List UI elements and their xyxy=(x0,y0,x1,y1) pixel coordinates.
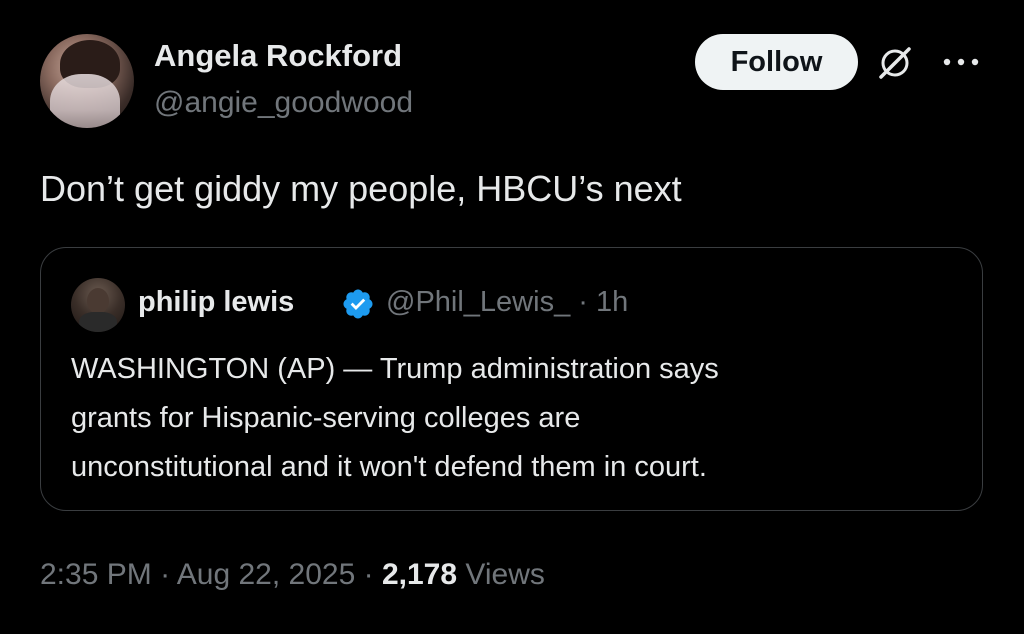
quoted-author-avatar xyxy=(71,278,125,332)
tweet-date[interactable]: Aug 22, 2025 xyxy=(177,558,356,591)
quoted-tweet-text: WASHINGTON (AP) — Trump administration s… xyxy=(71,345,931,492)
author-display-name[interactable]: Angela Rockford xyxy=(154,38,402,74)
tweet-text: Don’t get giddy my people, HBCU’s next xyxy=(40,168,682,209)
verified-badge-icon xyxy=(343,289,373,319)
more-options-icon[interactable] xyxy=(940,50,982,74)
views-label: Views xyxy=(465,558,545,591)
meta-separator: · xyxy=(160,558,171,591)
tweet-time[interactable]: 2:35 PM xyxy=(40,558,152,591)
quoted-tweet-line: grants for Hispanic-serving colleges are xyxy=(71,402,581,434)
quoted-tweet-line: unconstitutional and it won't defend the… xyxy=(71,451,707,483)
grok-icon[interactable] xyxy=(876,44,914,82)
tweet-meta: 2:35 PM · Aug 22, 2025 · 2,178 Views xyxy=(40,558,545,592)
author-handle[interactable]: @angie_goodwood xyxy=(154,86,413,120)
quoted-tweet-card[interactable]: philip lewis @Phil_Lewis_ · 1h WASHINGTO… xyxy=(40,247,983,511)
quoted-tweet-line: WASHINGTON (AP) — Trump administration s… xyxy=(71,353,719,385)
quoted-author-handle-time: @Phil_Lewis_ · 1h xyxy=(386,286,629,318)
author-avatar[interactable] xyxy=(40,34,134,128)
meta-separator: · xyxy=(363,558,374,591)
follow-button[interactable]: Follow xyxy=(695,34,858,90)
quoted-author-name: philip lewis xyxy=(138,286,295,318)
views-count[interactable]: 2,178 xyxy=(382,558,457,591)
